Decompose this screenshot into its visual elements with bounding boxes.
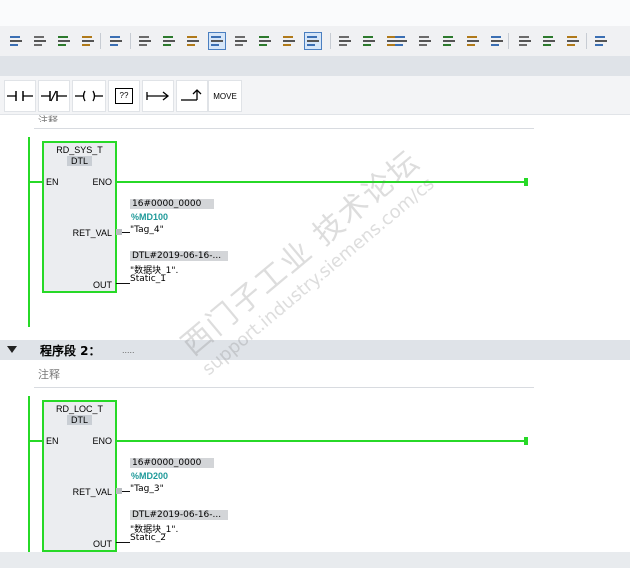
go-to-error-icon[interactable]	[360, 32, 378, 50]
program-status-icon[interactable]	[184, 32, 202, 50]
eno-pin: ENO	[92, 177, 112, 187]
network1-wire-end	[524, 178, 528, 186]
bottom-scroll-area	[0, 552, 630, 568]
favorites-icon[interactable]	[160, 32, 178, 50]
toolbar-separator	[130, 33, 131, 49]
out-tag-line2[interactable]: Static_1	[130, 274, 166, 284]
empty-box-label: ??	[115, 88, 133, 104]
ret-val-line	[122, 232, 130, 233]
close-branch-icon[interactable]	[176, 80, 208, 112]
toolbar-separator-band	[0, 56, 630, 76]
close-all-networks-icon[interactable]	[256, 32, 274, 50]
out-line	[116, 283, 130, 284]
collapse-triangle-icon[interactable]	[7, 346, 17, 353]
network-overview-icon[interactable]	[136, 32, 154, 50]
refresh-icon[interactable]	[564, 32, 582, 50]
insert-row-icon[interactable]	[55, 32, 73, 50]
ret-val-address[interactable]: %MD100	[131, 212, 168, 222]
instruction-palette: ?? MOVE	[0, 76, 630, 115]
en-pin: EN	[46, 436, 59, 446]
coil-icon[interactable]	[72, 80, 106, 112]
network1-eno-wire	[116, 181, 526, 183]
collapse-icon[interactable]	[540, 32, 558, 50]
toolbar-top-strip	[0, 0, 630, 26]
expand-icon[interactable]	[516, 32, 534, 50]
block-type[interactable]: DTL	[67, 156, 92, 166]
toolbar-separator	[100, 33, 101, 49]
network1-comment-underline	[34, 128, 534, 129]
insert-network-icon[interactable]	[7, 32, 25, 50]
toolbar-separator	[508, 33, 509, 49]
out-value: DTL#2019-06-16-...	[130, 251, 228, 261]
delete-network-icon[interactable]	[31, 32, 49, 50]
network1-power-rail	[28, 137, 30, 327]
ret-val-tag[interactable]: "Tag_4"	[130, 225, 164, 235]
absolute-symbolic-icon[interactable]	[107, 32, 125, 50]
out-pin: OUT	[93, 280, 112, 290]
ret-val-value: 16#0000_0000	[130, 458, 214, 468]
watermark-line1: 西门子工业 技术论坛	[175, 143, 428, 363]
network2-title-field[interactable]: .....	[122, 345, 135, 355]
show-tags-icon[interactable]	[280, 32, 298, 50]
move-button[interactable]: MOVE	[208, 80, 242, 112]
ret-val-tag[interactable]: "Tag_3"	[130, 484, 164, 494]
toolbar-separator	[586, 33, 587, 49]
update-calls-icon[interactable]	[416, 32, 434, 50]
navigate-icon[interactable]	[336, 32, 354, 50]
ret-val-pin: RET_VAL	[72, 228, 112, 238]
eno-pin: ENO	[92, 436, 112, 446]
open-all-networks-icon[interactable]	[232, 32, 250, 50]
network2-eno-wire	[116, 440, 526, 442]
out-value: DTL#2019-06-16-...	[130, 510, 228, 520]
network2-power-rail	[28, 396, 30, 552]
append-row-icon[interactable]	[79, 32, 97, 50]
go-to-previous-icon[interactable]	[392, 32, 410, 50]
comment-display-icon[interactable]	[208, 32, 226, 50]
modify-value-icon[interactable]	[464, 32, 482, 50]
monitor-on-off-icon[interactable]	[440, 32, 458, 50]
block-name: RD_LOC_T	[55, 404, 103, 414]
network2-title: 程序段 2：	[40, 344, 101, 358]
out-tag-line2[interactable]: Static_2	[130, 533, 166, 543]
block-type[interactable]: DTL	[67, 415, 92, 425]
ret-val-line	[122, 491, 130, 492]
network2-comment[interactable]: 注释	[38, 366, 60, 382]
block-name: RD_SYS_T	[56, 145, 103, 155]
network2-wire-end	[524, 437, 528, 445]
monitor-all-icon[interactable]	[592, 32, 610, 50]
monitor-structure-icon[interactable]	[488, 32, 506, 50]
out-pin: OUT	[93, 539, 112, 549]
operand-display-icon[interactable]	[304, 32, 322, 50]
network1-comment[interactable]: 注释	[38, 112, 78, 122]
ret-val-address[interactable]: %MD200	[131, 471, 168, 481]
rd-loc-t-block[interactable]: RD_LOC_T DTL EN ENO RET_VAL OUT	[42, 400, 117, 552]
nc-contact-icon[interactable]	[38, 80, 70, 112]
empty-box-icon[interactable]: ??	[108, 80, 140, 112]
out-line	[116, 542, 130, 543]
ret-val-pin: RET_VAL	[72, 487, 112, 497]
open-branch-icon[interactable]	[142, 80, 174, 112]
ret-val-value: 16#0000_0000	[130, 199, 214, 209]
network2-header[interactable]: 程序段 2： .....	[0, 340, 630, 360]
rd-sys-t-block[interactable]: RD_SYS_T DTL EN ENO RET_VAL OUT	[42, 141, 117, 293]
toolbar-separator	[330, 33, 331, 49]
network2-comment-underline	[34, 387, 534, 388]
no-contact-icon[interactable]	[4, 80, 36, 112]
en-pin: EN	[46, 177, 59, 187]
